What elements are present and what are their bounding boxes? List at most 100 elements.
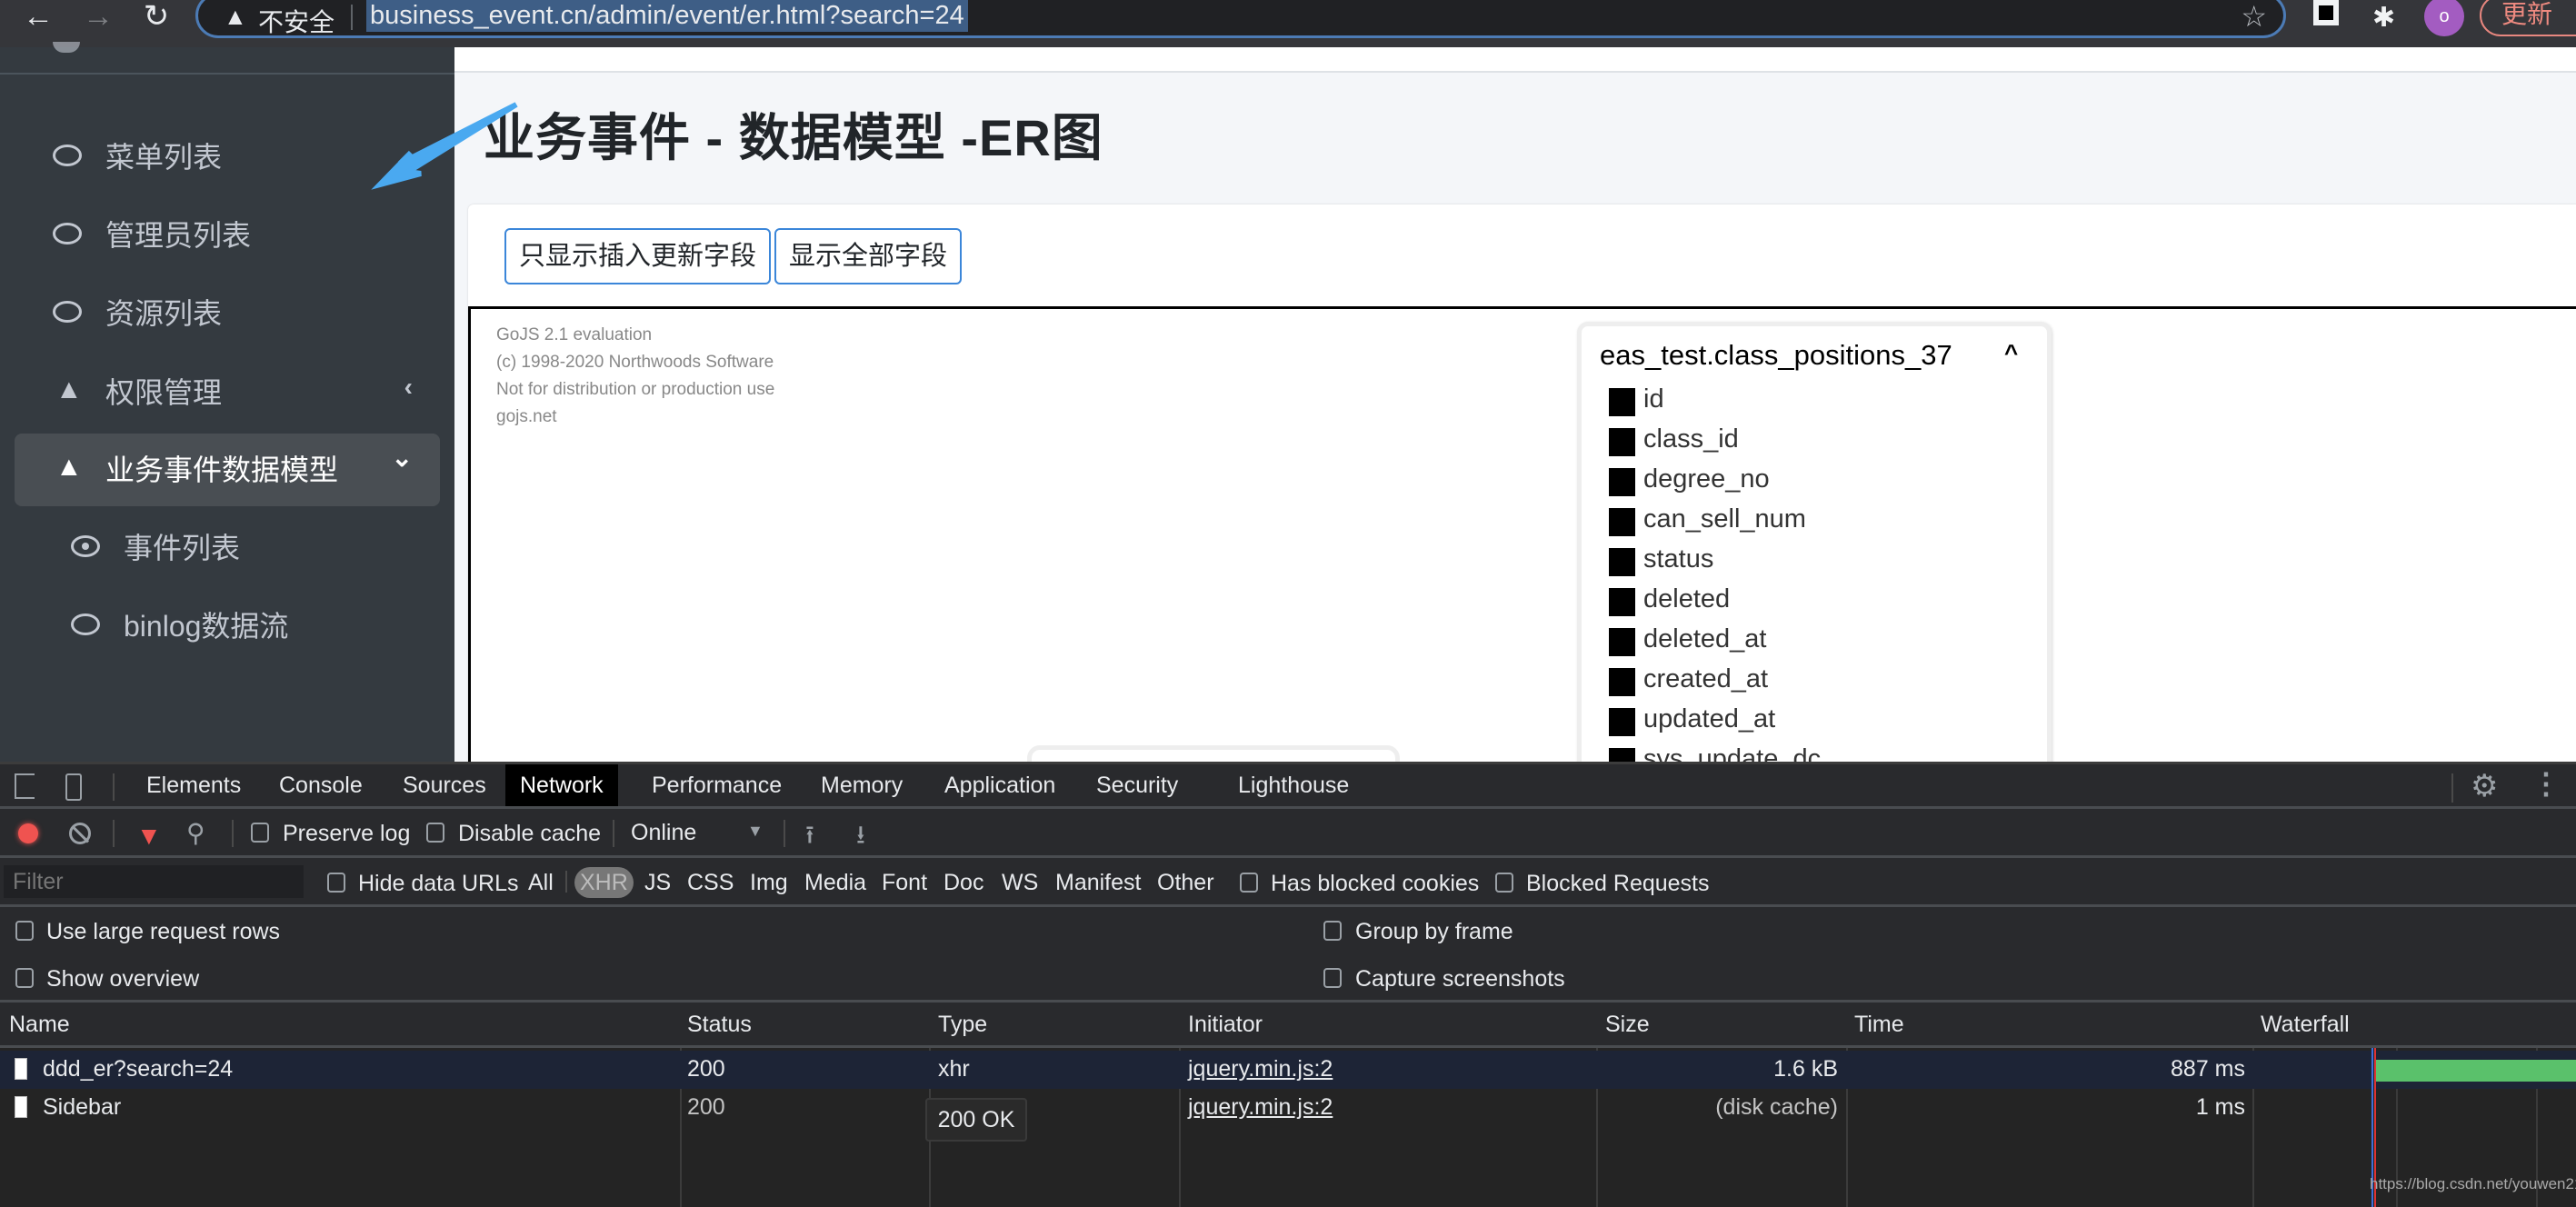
type-filter-css[interactable]: CSS	[684, 867, 737, 898]
sidebar-item-label: binlog数据流	[124, 610, 289, 643]
column-header-initiator[interactable]: Initiator	[1188, 1012, 1263, 1038]
request-status: 200	[687, 1094, 725, 1120]
show-insert-update-fields-button[interactable]: 只显示插入更新字段	[504, 228, 772, 284]
disable-cache-checkbox[interactable]	[426, 823, 444, 843]
er-entity-node[interactable]	[1027, 745, 1400, 762]
warning-icon[interactable]: ▲	[224, 3, 247, 31]
column-header-status[interactable]: Status	[687, 1012, 752, 1038]
show-overview-checkbox[interactable]	[15, 968, 34, 988]
brand-logo[interactable]	[53, 42, 80, 53]
gear-icon[interactable]: ⚙	[2471, 768, 2498, 804]
table-row[interactable]: ddd_er?search=24 200 xhr jquery.min.js:2…	[0, 1051, 2576, 1089]
type-filter-xhr[interactable]: XHR	[574, 867, 634, 898]
record-icon[interactable]	[18, 823, 38, 843]
field-type-swatch	[1609, 668, 1635, 696]
import-har-icon[interactable]: ⭱	[805, 816, 814, 860]
column-header-type[interactable]: Type	[938, 1012, 987, 1038]
puzzle-icon[interactable]: ✱	[2372, 2, 2395, 34]
type-filter-all[interactable]: All	[524, 867, 557, 898]
tab-memory[interactable]: Memory	[806, 764, 917, 806]
file-icon	[15, 1096, 27, 1118]
address-bar[interactable]: ▲ 不安全 business_event.cn/admin/event/er.h…	[195, 0, 2286, 38]
sidebar-item-resource-list[interactable]: 资源列表	[15, 277, 440, 350]
dropdown-arrow-icon[interactable]: ▼	[747, 822, 764, 841]
sidebar-item-admin-list[interactable]: 管理员列表	[15, 199, 440, 272]
tab-elements[interactable]: Elements	[132, 764, 255, 806]
back-icon[interactable]: ←	[20, 0, 56, 36]
request-size: (disk cache)	[1715, 1094, 1838, 1120]
type-filter-font[interactable]: Font	[878, 867, 931, 898]
more-vertical-icon[interactable]: ⋮	[2531, 766, 2561, 801]
waterfall-bar	[2375, 1060, 2576, 1082]
field-name: deleted	[1643, 584, 1731, 613]
type-filter-doc[interactable]: Doc	[940, 867, 987, 898]
preserve-log-checkbox[interactable]	[251, 823, 269, 843]
filter-icon[interactable]: ▼	[136, 822, 162, 851]
watermark: https://blog.csdn.net/youwen21	[2370, 1175, 2576, 1192]
export-har-icon[interactable]: ⭳	[856, 816, 865, 860]
type-filter-media[interactable]: Media	[801, 867, 870, 898]
profile-avatar[interactable]: o	[2424, 0, 2464, 36]
type-filter-other[interactable]: Other	[1153, 867, 1218, 898]
er-diagram-canvas[interactable]: GoJS 2.1 evaluation (c) 1998-2020 Northw…	[468, 306, 2576, 762]
top-navbar	[454, 47, 2576, 73]
throttling-select[interactable]: Online	[631, 820, 696, 846]
type-filter-ws[interactable]: WS	[998, 867, 1042, 898]
divider	[351, 5, 353, 30]
status-tooltip: 200 OK	[925, 1098, 1027, 1142]
url-input[interactable]: business_event.cn/admin/event/er.html?se…	[366, 0, 968, 32]
large-rows-checkbox[interactable]	[15, 921, 34, 941]
type-filter-js[interactable]: JS	[641, 867, 674, 898]
capture-screenshots-checkbox[interactable]	[1323, 968, 1342, 988]
forward-icon[interactable]: →	[80, 0, 116, 36]
search-icon[interactable]: ⚲	[186, 818, 205, 848]
sidebar-item-label: 资源列表	[105, 297, 223, 330]
has-blocked-cookies-checkbox[interactable]	[1240, 873, 1258, 893]
hide-data-urls-checkbox[interactable]	[327, 873, 345, 893]
tab-lighthouse[interactable]: Lighthouse	[1223, 764, 1363, 806]
bookmark-star-icon[interactable]: ☆	[2241, 0, 2267, 34]
sidebar-item-binlog-stream[interactable]: binlog数据流	[15, 590, 440, 663]
tab-security[interactable]: Security	[1082, 764, 1193, 806]
request-initiator-link[interactable]: jquery.min.js:2	[1188, 1094, 1333, 1121]
request-initiator-link[interactable]: jquery.min.js:2	[1188, 1056, 1333, 1082]
clear-icon[interactable]	[69, 823, 91, 844]
security-status[interactable]: 不安全	[258, 3, 334, 39]
device-toolbar-icon[interactable]	[65, 773, 82, 801]
tab-application[interactable]: Application	[930, 764, 1070, 806]
sidebar-item-event-list[interactable]: 事件列表	[15, 512, 440, 584]
table-row[interactable]: Sidebar 200 jquery.min.js:2 (disk cache)…	[0, 1089, 2576, 1127]
sidebar-item-permissions[interactable]: ▲ 权限管理 ‹	[15, 356, 440, 429]
gojs-notice-line: gojs.net	[496, 407, 557, 426]
field-type-swatch	[1609, 748, 1635, 762]
content-card: 只显示插入更新字段 显示全部字段 GoJS 2.1 evaluation (c)…	[468, 204, 2576, 762]
column-header-waterfall[interactable]: Waterfall	[2261, 1012, 2350, 1038]
er-entity-node[interactable]: eas_test.class_positions_37 ^ id class_id…	[1577, 322, 2052, 762]
circle-icon	[71, 613, 100, 635]
filter-input[interactable]	[4, 865, 304, 898]
blocked-requests-checkbox[interactable]	[1495, 873, 1513, 893]
column-header-size[interactable]: Size	[1605, 1012, 1650, 1038]
request-name[interactable]: ddd_er?search=24	[43, 1056, 233, 1082]
tab-network[interactable]: Network	[505, 764, 618, 806]
type-filter-manifest[interactable]: Manifest	[1052, 867, 1144, 898]
column-header-name[interactable]: Name	[9, 1012, 70, 1038]
sidebar-item-menu-list[interactable]: 菜单列表	[15, 121, 440, 194]
sidebar-item-event-data-model[interactable]: ▲ 业务事件数据模型 ⌄	[15, 434, 440, 506]
column-header-time[interactable]: Time	[1854, 1012, 1904, 1038]
show-all-fields-button[interactable]: 显示全部字段	[774, 228, 963, 284]
reload-icon[interactable]: ↻	[138, 0, 175, 36]
extension-square-icon[interactable]	[2313, 0, 2339, 25]
inspect-element-icon[interactable]	[15, 773, 35, 799]
tab-performance[interactable]: Performance	[637, 764, 796, 806]
page-title: 业务事件 - 数据模型 -ER图	[484, 109, 1103, 166]
tab-sources[interactable]: Sources	[388, 764, 501, 806]
field-type-swatch	[1609, 388, 1635, 416]
update-button[interactable]: 更新	[2480, 0, 2576, 36]
tab-console[interactable]: Console	[265, 764, 377, 806]
request-name[interactable]: Sidebar	[43, 1094, 121, 1121]
group-by-frame-checkbox[interactable]	[1323, 921, 1342, 941]
collapse-caret-icon[interactable]: ^	[2004, 339, 2018, 367]
type-filter-img[interactable]: Img	[746, 867, 792, 898]
entity-title: eas_test.class_positions_37	[1600, 339, 1952, 371]
